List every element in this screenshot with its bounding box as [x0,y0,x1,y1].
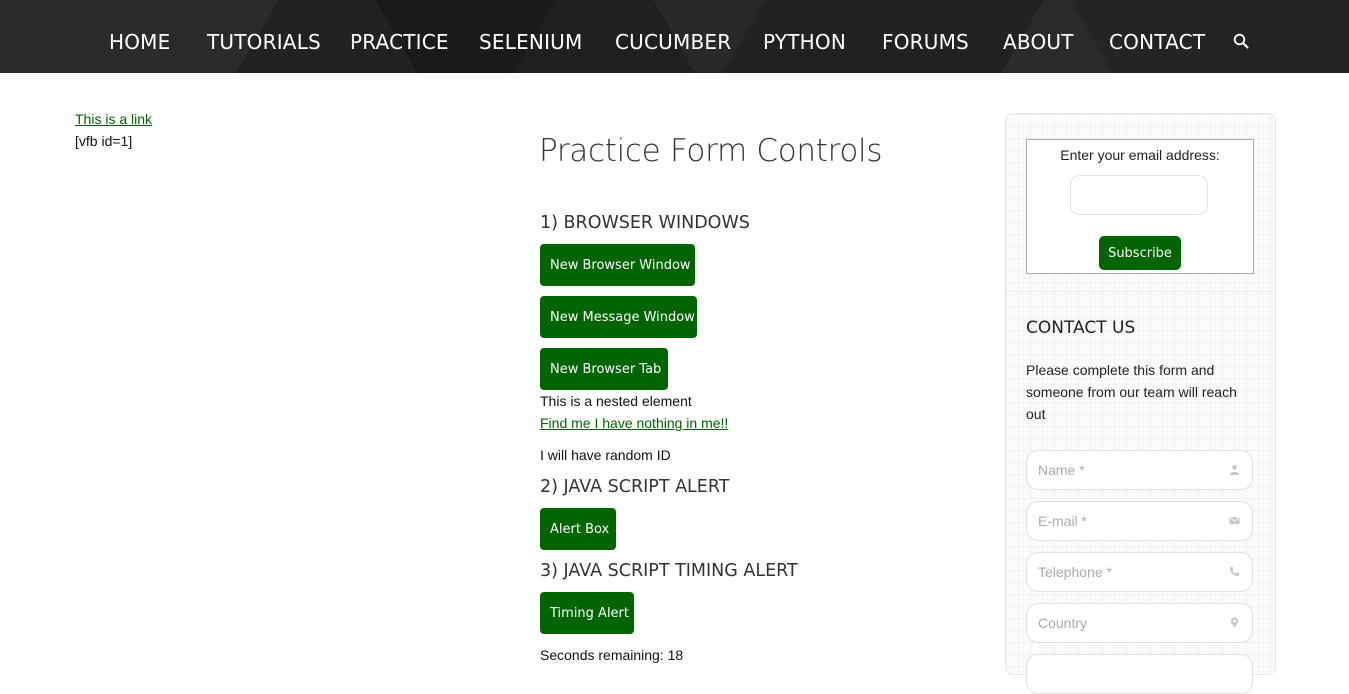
section-heading-browser-windows: 1) BROWSER WINDOWS [540,213,750,233]
random-id-text: I will have random ID [540,447,671,463]
email-field[interactable]: E-mail * [1026,501,1253,541]
new-message-window-button[interactable]: New Message Window [540,296,697,338]
subscribe-widget: Enter your email address: Subscribe [1026,139,1254,274]
nav-item-forums[interactable]: FORUMS [882,30,969,54]
email-field-placeholder: E-mail * [1038,513,1088,529]
country-field-placeholder: Country [1038,615,1088,631]
envelope-icon [1229,517,1240,525]
nav-item-about[interactable]: ABOUT [1003,30,1074,54]
shortcode-text: [vfb id=1] [75,133,133,149]
section-heading-js-timing-alert: 3) JAVA SCRIPT TIMING ALERT [540,561,798,581]
top-nav-bar: HOME TUTORIALS PRACTICE SELENIUM CUCUMBE… [0,0,1349,73]
nav-item-python[interactable]: PYTHON [763,30,846,54]
contact-us-title: CONTACT US [1026,318,1136,338]
new-browser-tab-button[interactable]: New Browser Tab [540,348,668,390]
nav-item-cucumber[interactable]: CUCUMBER [615,30,731,54]
subscribe-email-input[interactable] [1070,175,1208,215]
this-is-a-link[interactable]: This is a link [75,111,152,127]
nav-item-practice[interactable]: PRACTICE [350,30,449,54]
user-icon [1229,464,1240,475]
section-heading-js-alert: 2) JAVA SCRIPT ALERT [540,477,730,497]
subscribe-label: Enter your email address: [1060,147,1220,163]
new-browser-window-button[interactable]: New Browser Window [540,244,695,286]
nav-item-home[interactable]: HOME [109,30,170,54]
timing-alert-button[interactable]: Timing Alert [540,592,634,634]
page-title: Practice Form Controls [539,133,883,169]
subscribe-button[interactable]: Subscribe [1099,236,1181,270]
sidebar-divider [1006,291,1274,292]
seconds-remaining-text: Seconds remaining: 18 [540,647,684,663]
next-field[interactable] [1026,654,1253,694]
nav-item-contact[interactable]: CONTACT [1109,30,1205,54]
name-field[interactable]: Name * [1026,450,1253,490]
nested-element-text: This is a nested element [540,393,692,409]
search-icon[interactable] [1233,33,1249,49]
map-pin-icon [1230,617,1239,628]
find-me-link[interactable]: Find me I have nothing in me!! [540,415,728,431]
nav-item-tutorials[interactable]: TUTORIALS [207,30,321,54]
phone-icon [1229,566,1240,577]
name-field-placeholder: Name * [1038,462,1085,478]
contact-us-description: Please complete this form and someone fr… [1026,362,1237,422]
country-field[interactable]: Country [1026,603,1253,643]
nav-item-selenium[interactable]: SELENIUM [479,30,582,54]
alert-box-button[interactable]: Alert Box [540,508,616,550]
telephone-field-placeholder: Telephone * [1038,564,1112,580]
telephone-field[interactable]: Telephone * [1026,552,1253,592]
